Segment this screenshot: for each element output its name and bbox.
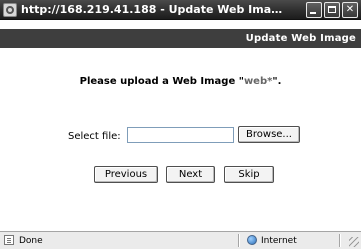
maximize-button[interactable] [324,2,340,18]
browse-button[interactable]: Browse... [238,126,300,143]
prompt-text: Please upload a Web Image " [79,76,244,87]
page-title: Update Web Image [245,33,356,44]
prompt-end: ". [272,76,282,87]
status-text: Done [19,236,43,246]
title-bar: http://168.219.41.188 - Update Web Image… [0,0,361,20]
resize-grip[interactable] [349,237,359,247]
previous-button[interactable]: Previous [94,166,158,183]
page-icon [4,235,14,245]
minimize-button[interactable] [306,2,322,18]
status-divider [238,234,240,247]
status-divider [339,234,341,247]
globe-icon [247,235,257,245]
browser-icon [3,3,17,17]
window-title: http://168.219.41.188 - Update Web Image… [21,3,283,16]
select-file-label: Select file: [68,131,121,142]
file-path-input[interactable] [127,127,234,143]
security-zone: Internet [261,236,297,246]
upload-prompt: Please upload a Web Image "web*". [0,76,361,87]
next-button[interactable]: Next [166,166,215,183]
close-button[interactable] [342,2,358,18]
image-name: web* [243,76,273,87]
page-header: Update Web Image [0,29,361,48]
status-bar: Done Internet [0,231,361,249]
skip-button[interactable]: Skip [224,166,274,183]
